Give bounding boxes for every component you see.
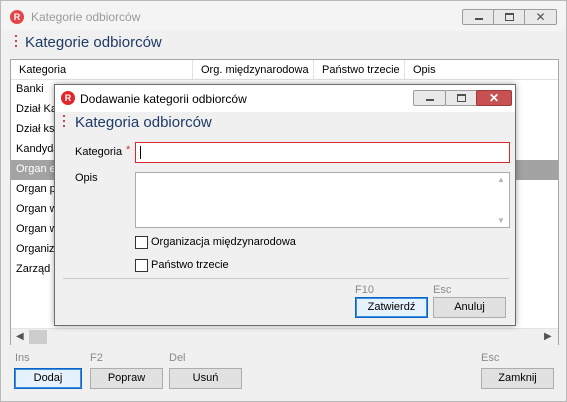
scroll-up-icon[interactable]: ▲ xyxy=(497,175,505,184)
column-header-third-country[interactable]: Państwo trzecie xyxy=(322,64,400,76)
dialog-maximize-button[interactable] xyxy=(445,90,478,106)
column-divider[interactable] xyxy=(404,60,405,80)
delete-button[interactable]: Usuń xyxy=(169,368,242,389)
description-textarea[interactable]: ▲ ▼ xyxy=(135,172,510,228)
maximize-button[interactable] xyxy=(493,9,526,25)
horizontal-scrollbar[interactable]: ◀ ▶ xyxy=(11,328,558,345)
international-org-checkbox[interactable] xyxy=(135,236,148,249)
minimize-button[interactable] xyxy=(462,9,495,25)
text-caret xyxy=(140,146,141,159)
main-window-titlebar[interactable]: R Kategorie odbiorców ✕ xyxy=(1,1,566,31)
cell-category: Dział Ka xyxy=(16,103,57,115)
scroll-left-icon[interactable]: ◀ xyxy=(16,331,24,342)
column-header-category[interactable]: Kategoria xyxy=(19,64,66,76)
international-org-label[interactable]: Organizacja międzynarodowa xyxy=(151,236,296,248)
cell-category: Kandyda xyxy=(16,143,60,155)
cancel-button[interactable]: Anuluj xyxy=(433,297,506,318)
description-label: Opis xyxy=(75,172,98,184)
column-divider[interactable] xyxy=(313,60,314,80)
dialog-close-button[interactable]: ✕ xyxy=(476,90,512,106)
scrollbar-thumb[interactable] xyxy=(29,330,47,344)
delete-shortcut-hint: Del xyxy=(169,352,186,364)
third-country-label[interactable]: Państwo trzecie xyxy=(151,259,229,271)
cell-category: Organ e xyxy=(16,163,56,175)
divider xyxy=(63,278,509,279)
close-shortcut-hint: Esc xyxy=(481,352,500,364)
add-button[interactable]: Dodaj xyxy=(14,368,82,389)
dialog-heading: Kategoria odbiorców xyxy=(75,114,212,131)
app-logo-icon: R xyxy=(61,91,75,105)
close-icon: ✕ xyxy=(535,10,546,24)
dialog-minimize-button[interactable] xyxy=(413,90,446,106)
dialog-titlebar[interactable]: R Dodawanie kategorii odbiorców ✕ xyxy=(55,85,515,112)
cell-category: Organ w xyxy=(16,203,58,215)
dialog-title: Dodawanie kategorii odbiorców xyxy=(80,92,247,106)
close-button[interactable]: Zamknij xyxy=(481,368,554,389)
confirm-shortcut-hint: F10 xyxy=(355,284,374,296)
page-title: Kategorie odbiorców xyxy=(25,34,162,51)
minimize-icon xyxy=(426,99,434,101)
close-icon: ✕ xyxy=(488,91,500,105)
cell-category: Zarząd xyxy=(16,263,51,275)
cell-category: Dział ks xyxy=(16,123,55,135)
maximize-icon xyxy=(457,94,466,102)
column-header-description[interactable]: Opis xyxy=(413,64,436,76)
add-shortcut-hint: Ins xyxy=(15,352,30,364)
third-country-checkbox[interactable] xyxy=(135,259,148,272)
scroll-right-icon[interactable]: ▶ xyxy=(544,331,552,342)
close-window-button[interactable]: ✕ xyxy=(524,9,557,25)
cancel-shortcut-hint: Esc xyxy=(433,284,452,296)
app-logo-icon: R xyxy=(10,10,24,24)
heading-dots-icon xyxy=(15,35,18,51)
scroll-down-icon[interactable]: ▼ xyxy=(497,216,505,225)
table-header: Kategoria Org. międzynarodowa Państwo tr… xyxy=(11,60,558,80)
edit-button[interactable]: Popraw xyxy=(90,368,163,389)
main-window-title: Kategorie odbiorców xyxy=(31,10,141,24)
cell-category: Organ w xyxy=(16,223,58,235)
confirm-button[interactable]: Zatwierdź xyxy=(355,297,428,318)
minimize-icon xyxy=(475,18,483,20)
column-divider[interactable] xyxy=(192,60,193,80)
cell-category: Banki xyxy=(16,83,44,95)
add-category-dialog: R Dodawanie kategorii odbiorców ✕ Katego… xyxy=(54,84,516,326)
maximize-icon xyxy=(505,13,514,21)
category-label: Kategoria xyxy=(75,146,123,158)
column-header-international[interactable]: Org. międzynarodowa xyxy=(201,64,309,76)
required-marker: * xyxy=(126,144,131,156)
heading-dots-icon xyxy=(63,115,66,131)
textarea-scrollbar[interactable]: ▲ ▼ xyxy=(494,173,509,227)
category-input[interactable] xyxy=(135,142,510,163)
edit-shortcut-hint: F2 xyxy=(90,352,103,364)
cell-category: Organ p xyxy=(16,183,56,195)
